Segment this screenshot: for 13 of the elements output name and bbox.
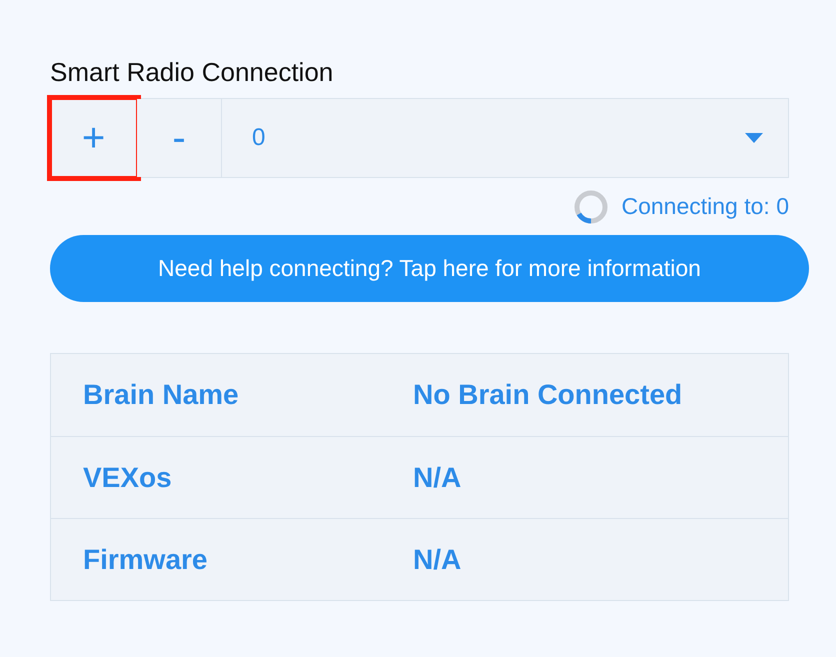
port-dropdown[interactable]: 0 xyxy=(222,99,788,177)
help-button[interactable]: Need help connecting? Tap here for more information xyxy=(50,235,809,302)
row-value: No Brain Connected xyxy=(413,379,682,411)
row-label: Firmware xyxy=(82,544,208,576)
status-text: Connecting to: 0 xyxy=(621,193,789,220)
row-value: N/A xyxy=(413,462,462,494)
caret-icon xyxy=(745,133,763,143)
remove-button[interactable]: - xyxy=(137,99,222,177)
dropdown-value: 0 xyxy=(252,124,266,152)
row-label: Brain Name xyxy=(82,379,240,411)
row-value: N/A xyxy=(413,544,462,576)
row-label: VEXos xyxy=(82,462,173,494)
section-title: Smart Radio Connection xyxy=(50,56,334,89)
